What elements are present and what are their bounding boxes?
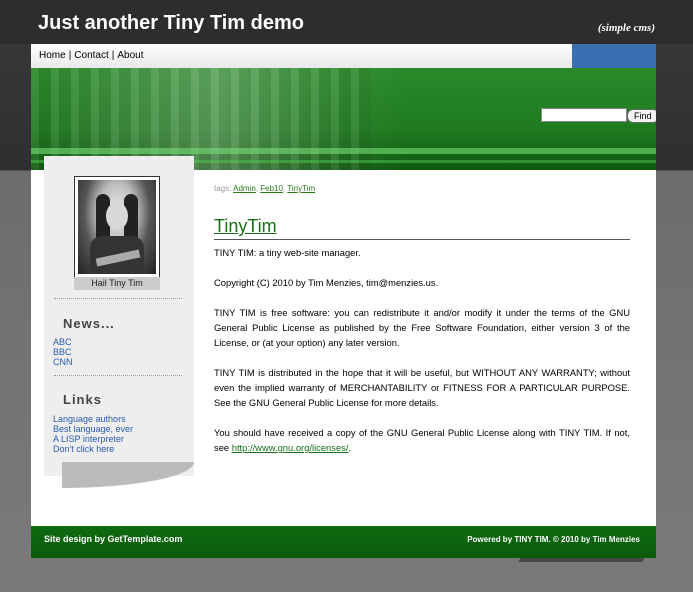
post-paragraph: Copyright (C) 2010 by Tim Menzies, tim@m… bbox=[214, 277, 439, 288]
sidebar-divider bbox=[54, 298, 182, 299]
tags-label: tags: bbox=[214, 184, 232, 193]
banner-stripe bbox=[31, 148, 656, 154]
nav-separator: | bbox=[68, 50, 72, 61]
nav-about-link[interactable]: About bbox=[117, 50, 143, 61]
post-paragraph: You should have received a copy of the G… bbox=[214, 425, 630, 455]
link-language-authors[interactable]: Language authors bbox=[53, 414, 133, 424]
news-link-abc[interactable]: ABC bbox=[53, 337, 73, 347]
post-paragraph-end: . bbox=[348, 442, 352, 453]
header-bar: Just another Tiny Tim demo (simple cms) bbox=[0, 0, 693, 44]
footer: Site design by GetTemplate.com Powered b… bbox=[31, 526, 656, 558]
post-paragraph: TINY TIM: a tiny web-site manager. bbox=[214, 247, 361, 258]
post-title[interactable]: TinyTim bbox=[214, 216, 630, 240]
site-tagline: (simple cms) bbox=[597, 22, 655, 34]
footer-powered-by: Powered by TINY TIM. © 2010 by Tim Menzi… bbox=[467, 535, 640, 544]
nav-bar: Home | Contact | About bbox=[31, 44, 572, 68]
post-tags: tags: Admin, Feb10, TinyTim bbox=[214, 184, 316, 193]
find-button[interactable]: Find bbox=[627, 109, 656, 123]
tag-feb10[interactable]: Feb10 bbox=[260, 184, 283, 193]
news-heading: News... bbox=[63, 316, 115, 331]
photo-detail bbox=[106, 202, 128, 230]
link-lisp-interpreter[interactable]: A LISP interpreter bbox=[53, 434, 133, 444]
sidebar-divider bbox=[54, 375, 182, 376]
news-link-cnn[interactable]: CNN bbox=[53, 357, 73, 367]
search-input[interactable] bbox=[541, 108, 627, 122]
post-paragraph: TINY TIM is free software: you can redis… bbox=[214, 307, 630, 348]
links-list: Language authors Best language, ever A L… bbox=[53, 414, 133, 454]
sidebar: Hail Tiny Tim News... ABC BBC CNN Links … bbox=[44, 156, 194, 488]
nav-home-link[interactable]: Home bbox=[39, 50, 66, 61]
news-link-bbc[interactable]: BBC bbox=[53, 347, 73, 357]
tag-admin[interactable]: Admin bbox=[233, 184, 256, 193]
links-heading: Links bbox=[63, 392, 102, 407]
nav-menu: Home | Contact | About bbox=[39, 44, 144, 68]
nav-accent-block bbox=[572, 44, 656, 68]
photo-image bbox=[78, 180, 156, 274]
footer-credit: Site design by GetTemplate.com bbox=[44, 534, 183, 544]
tag-tinytim[interactable]: TinyTim bbox=[287, 184, 315, 193]
site-title: Just another Tiny Tim demo bbox=[38, 12, 304, 34]
news-list: ABC BBC CNN bbox=[53, 337, 73, 367]
post-body: TINY TIM: a tiny web-site manager. Copyr… bbox=[214, 245, 630, 470]
post-paragraph: TINY TIM is distributed in the hope that… bbox=[214, 367, 630, 408]
photo-caption: Hail Tiny Tim bbox=[74, 277, 160, 290]
link-best-language[interactable]: Best language, ever bbox=[53, 424, 133, 434]
nav-contact-link[interactable]: Contact bbox=[74, 50, 108, 61]
tiny-tim-photo bbox=[74, 176, 160, 278]
banner-texture bbox=[31, 68, 371, 170]
link-dont-click[interactable]: Don't click here bbox=[53, 444, 133, 454]
header-banner: Find bbox=[31, 68, 656, 170]
gnu-license-link[interactable]: http://www.gnu.org/licenses/ bbox=[232, 442, 349, 453]
